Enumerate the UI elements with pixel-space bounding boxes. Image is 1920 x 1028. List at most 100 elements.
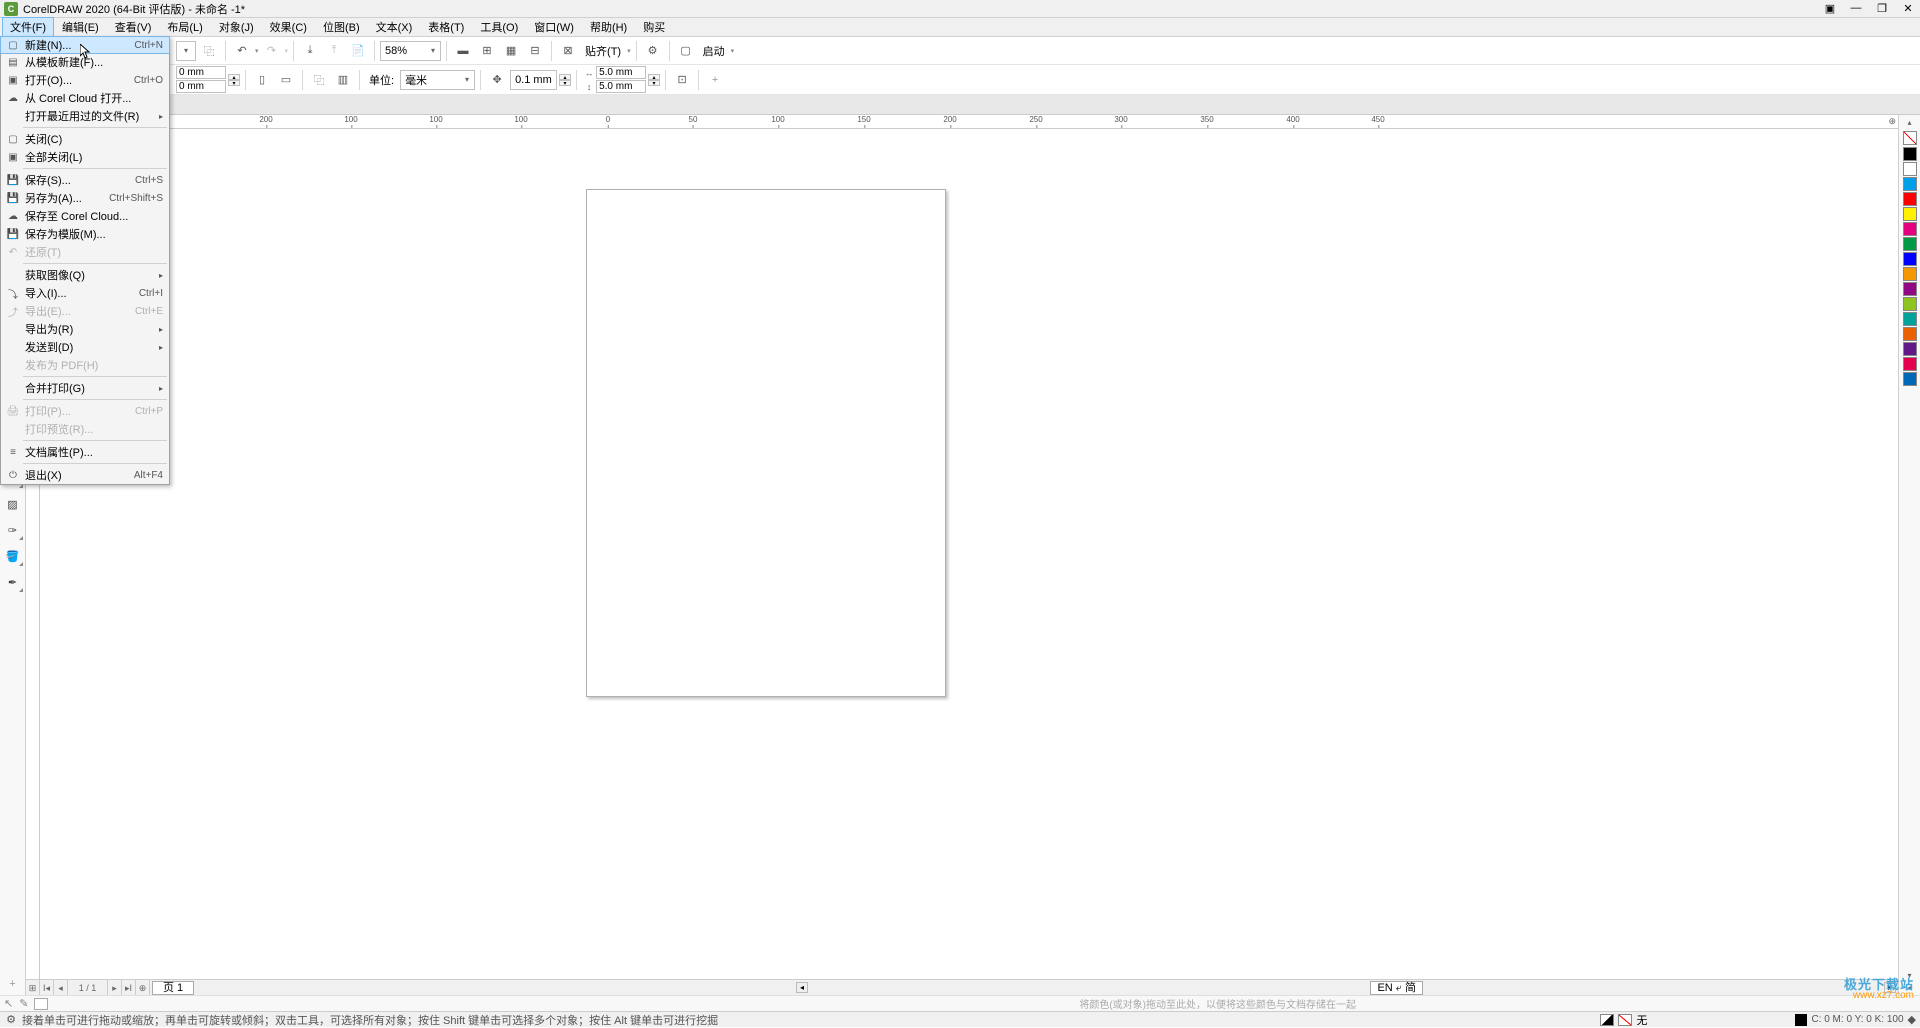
menu-tools[interactable]: 工具(O) bbox=[472, 17, 526, 37]
launch-button[interactable]: 启动 bbox=[699, 43, 729, 59]
menu-window[interactable]: 窗口(W) bbox=[526, 17, 582, 37]
color-swatch[interactable] bbox=[1903, 207, 1917, 221]
color-swatch[interactable] bbox=[1903, 252, 1917, 266]
page-options-icon[interactable]: ⊞ bbox=[26, 980, 40, 995]
ruler-unit-icon[interactable]: ⊕ bbox=[1888, 116, 1896, 127]
next-page-icon[interactable]: ▸ bbox=[108, 980, 122, 995]
menu-item[interactable]: ▢新建(N)...Ctrl+N bbox=[0, 36, 170, 54]
zoom-input[interactable] bbox=[381, 45, 426, 57]
fill-tool-icon[interactable]: 🪣 bbox=[2, 545, 24, 567]
menu-item[interactable]: 合并打印(G)▸ bbox=[1, 379, 169, 397]
eyedropper-tool-icon[interactable]: ✑ bbox=[2, 519, 24, 541]
menu-item[interactable]: 发送到(D)▸ bbox=[1, 338, 169, 356]
export-icon[interactable]: ⤒ bbox=[323, 40, 345, 62]
menu-item[interactable]: ☁从 Corel Cloud 打开... bbox=[1, 89, 169, 107]
hscroll-left-icon[interactable]: ◂ bbox=[796, 982, 808, 993]
menu-object[interactable]: 对象(J) bbox=[211, 17, 262, 37]
launch-box-icon[interactable]: ▢ bbox=[675, 40, 697, 62]
snap-to-button[interactable]: 贴齐(T) bbox=[581, 43, 625, 59]
page-width-input[interactable] bbox=[176, 66, 226, 79]
menu-item[interactable]: ≡文档属性(P)... bbox=[1, 443, 169, 461]
color-swatch[interactable] bbox=[1903, 372, 1917, 386]
publish-pdf-icon[interactable]: 📄 bbox=[347, 40, 369, 62]
show-grid-icon[interactable]: ▦ bbox=[500, 40, 522, 62]
horizontal-ruler[interactable]: 200100100100050100150200250300350400450 … bbox=[26, 115, 1898, 129]
layout-switch-icon[interactable]: ▣ bbox=[1822, 2, 1838, 15]
menu-text[interactable]: 文本(X) bbox=[368, 17, 421, 37]
toolbox-add-icon[interactable]: + bbox=[2, 973, 24, 995]
menu-item[interactable]: ▢关闭(C) bbox=[1, 130, 169, 148]
show-rulers-icon[interactable]: ⊞ bbox=[476, 40, 498, 62]
menu-item[interactable]: 💾保存为模版(M)... bbox=[1, 225, 169, 243]
outline-tool-icon[interactable]: ✒ bbox=[2, 571, 24, 593]
options-icon[interactable]: ⚙ bbox=[642, 40, 664, 62]
menu-view[interactable]: 查看(V) bbox=[107, 17, 160, 37]
no-color-swatch[interactable] bbox=[1903, 131, 1917, 145]
outline-color-swatch[interactable] bbox=[1795, 1014, 1807, 1026]
menu-item[interactable]: ⤵导入(I)...Ctrl+I bbox=[1, 284, 169, 302]
prev-page-icon[interactable]: ◂ bbox=[54, 980, 68, 995]
color-swatch[interactable] bbox=[1903, 282, 1917, 296]
import-icon[interactable]: ⤓ bbox=[299, 40, 321, 62]
menu-item[interactable]: 💾另存为(A)...Ctrl+Shift+S bbox=[1, 189, 169, 207]
menu-file[interactable]: 文件(F) bbox=[2, 17, 54, 37]
redo-icon[interactable]: ↷ bbox=[261, 40, 283, 62]
minimize-icon[interactable]: — bbox=[1848, 2, 1864, 15]
menu-item[interactable]: ▣全部关闭(L) bbox=[1, 148, 169, 166]
menu-item[interactable]: 获取图像(Q)▸ bbox=[1, 266, 169, 284]
duplicate-distance-spinner[interactable]: ↔ ↕ bbox=[582, 66, 646, 93]
fill-indicator-icon[interactable] bbox=[1600, 1014, 1614, 1026]
landscape-icon[interactable]: ▭ bbox=[275, 69, 297, 91]
outline-width-icon[interactable]: ◆ bbox=[1908, 1013, 1916, 1026]
transparency-tool-icon[interactable]: ▨ bbox=[2, 493, 24, 515]
color-swatch[interactable] bbox=[1903, 162, 1917, 176]
current-page-icon[interactable]: ▥ bbox=[332, 69, 354, 91]
menu-help[interactable]: 帮助(H) bbox=[582, 17, 635, 37]
menu-edit[interactable]: 编辑(E) bbox=[54, 17, 107, 37]
all-pages-icon[interactable]: ⿻ bbox=[308, 69, 330, 91]
treat-as-filled-icon[interactable]: ⊡ bbox=[671, 69, 693, 91]
canvas-area[interactable] bbox=[26, 129, 1898, 979]
add-toolbar-icon[interactable]: + bbox=[704, 69, 726, 91]
close-icon[interactable]: ✕ bbox=[1900, 2, 1916, 15]
page-tab[interactable]: 页 1 bbox=[152, 981, 194, 995]
undo-icon[interactable]: ↶ bbox=[231, 40, 253, 62]
menu-item[interactable]: ▤从模板新建(F)... bbox=[1, 53, 169, 71]
color-swatch[interactable] bbox=[1903, 177, 1917, 191]
page-dimensions-spinner[interactable] bbox=[176, 66, 226, 93]
menu-table[interactable]: 表格(T) bbox=[420, 17, 472, 37]
copy-icon[interactable]: ⿻ bbox=[198, 40, 220, 62]
ime-indicator[interactable]: EN ⤶ 简 bbox=[1370, 981, 1423, 995]
color-swatch[interactable] bbox=[1903, 327, 1917, 341]
snap-off-icon[interactable]: ⊠ bbox=[557, 40, 579, 62]
menu-item[interactable]: ▣打开(O)...Ctrl+O bbox=[1, 71, 169, 89]
menu-item[interactable]: ☁保存至 Corel Cloud... bbox=[1, 207, 169, 225]
show-guides-icon[interactable]: ⊟ bbox=[524, 40, 546, 62]
menu-buy[interactable]: 购买 bbox=[635, 17, 673, 37]
page-canvas[interactable] bbox=[586, 189, 946, 697]
dup-y-input[interactable] bbox=[596, 80, 646, 93]
color-swatch[interactable] bbox=[1903, 312, 1917, 326]
page-height-input[interactable] bbox=[176, 80, 226, 93]
dup-x-input[interactable] bbox=[596, 66, 646, 79]
first-page-icon[interactable]: I◂ bbox=[40, 980, 54, 995]
nudge-distance-input[interactable] bbox=[510, 70, 557, 90]
status-options-icon[interactable]: ⚙ bbox=[4, 1013, 18, 1026]
fullscreen-icon[interactable]: ▬ bbox=[452, 40, 474, 62]
color-swatch[interactable] bbox=[1903, 267, 1917, 281]
menu-item[interactable]: 💾保存(S)...Ctrl+S bbox=[1, 171, 169, 189]
menu-bitmap[interactable]: 位图(B) bbox=[315, 17, 368, 37]
color-swatch[interactable] bbox=[1903, 192, 1917, 206]
menu-layout[interactable]: 布局(L) bbox=[159, 17, 210, 37]
color-swatch[interactable] bbox=[1903, 147, 1917, 161]
menu-effects[interactable]: 效果(C) bbox=[262, 17, 315, 37]
color-swatch[interactable] bbox=[1903, 357, 1917, 371]
zoom-combo[interactable]: ▾ bbox=[380, 41, 441, 61]
menu-item[interactable]: ⏻退出(X)Alt+F4 bbox=[1, 466, 169, 484]
doc-color-well[interactable] bbox=[34, 998, 48, 1010]
color-swatch[interactable] bbox=[1903, 297, 1917, 311]
page-counter[interactable]: 1 / 1 bbox=[68, 980, 108, 995]
last-page-icon[interactable]: ▸I bbox=[122, 980, 136, 995]
color-swatch[interactable] bbox=[1903, 222, 1917, 236]
page-size-combo[interactable]: ▾ bbox=[176, 41, 196, 61]
